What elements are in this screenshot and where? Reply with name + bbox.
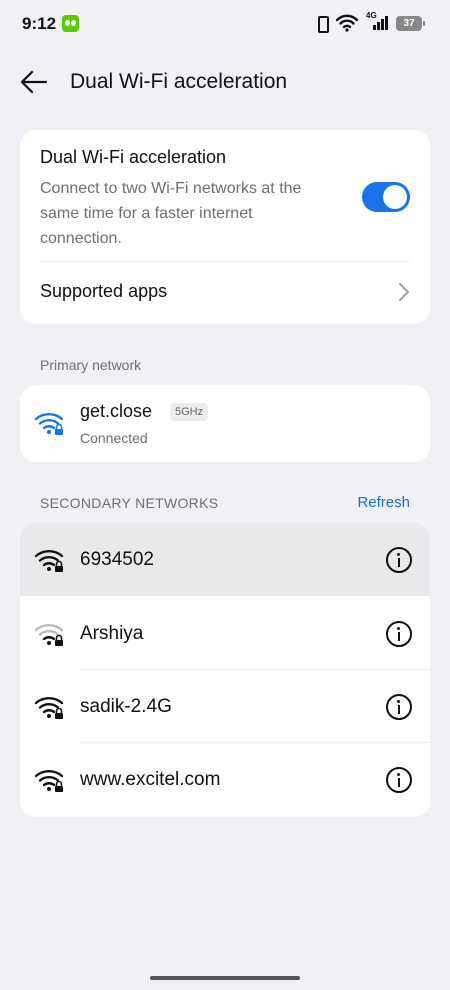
secondary-networks-card: 6934502 Arshiya sadik-2.4G www.excitel.c… (20, 523, 430, 817)
duolingo-icon (62, 15, 79, 32)
info-icon[interactable] (386, 767, 412, 793)
chevron-right-icon (399, 283, 409, 301)
back-arrow-icon[interactable] (18, 68, 50, 96)
wifi-locked-icon (34, 697, 64, 719)
wifi-weak-locked-icon (34, 624, 64, 646)
home-indicator[interactable] (150, 976, 300, 980)
status-time: 9:12 (22, 14, 57, 33)
network-row[interactable]: www.excitel.com (20, 743, 430, 816)
battery-icon: 37 (396, 15, 425, 31)
cellular-signal-icon: 4G (366, 11, 388, 32)
network-row[interactable]: sadik-2.4G (20, 670, 430, 743)
secondary-networks-section-label: SECONDARY NETWORKS (40, 495, 219, 511)
primary-network-name: get.close (80, 401, 153, 421)
page-header: Dual Wi-Fi acceleration (0, 60, 450, 106)
primary-network-status: Connected (80, 430, 148, 446)
network-row[interactable]: 6934502 (20, 523, 430, 596)
network-name: sadik-2.4G (80, 696, 172, 717)
info-icon[interactable] (386, 547, 412, 573)
vibrate-icon (314, 14, 329, 33)
status-icons: 4G 37 (314, 11, 425, 33)
refresh-button[interactable]: Refresh (357, 494, 410, 511)
dual-wifi-setting-description: Connect to two Wi-Fi networks at the sam… (40, 180, 302, 247)
toggle-knob (383, 185, 407, 209)
band-badge: 5GHz (170, 403, 209, 421)
network-row[interactable]: Arshiya (20, 597, 430, 670)
wifi-locked-icon (34, 550, 64, 572)
primary-network-card[interactable]: get.close 5GHz Connected (20, 385, 430, 462)
wifi-icon (336, 14, 358, 32)
dual-wifi-setting-title: Dual Wi-Fi acceleration (40, 147, 227, 167)
supported-apps-row[interactable]: Supported apps (20, 262, 430, 324)
dual-wifi-settings-card: Dual Wi-Fi acceleration Connect to two W… (20, 130, 430, 324)
page-title: Dual Wi-Fi acceleration (70, 70, 288, 93)
wifi-locked-icon (34, 413, 64, 435)
info-icon[interactable] (386, 621, 412, 647)
network-name: Arshiya (80, 623, 144, 644)
primary-network-section-label: Primary network (40, 357, 142, 373)
network-name: www.excitel.com (80, 769, 221, 790)
info-icon[interactable] (386, 694, 412, 720)
supported-apps-label: Supported apps (40, 281, 168, 301)
network-name: 6934502 (80, 549, 154, 570)
wifi-locked-icon (34, 770, 64, 792)
status-bar: 9:12 4G 37 (0, 0, 450, 48)
dual-wifi-toggle[interactable] (362, 182, 410, 212)
